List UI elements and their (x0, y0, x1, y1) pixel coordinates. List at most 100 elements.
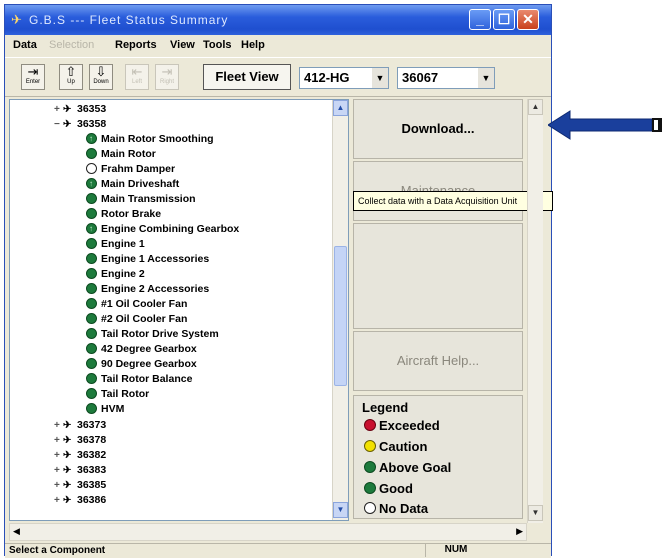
above-goal-icon (364, 461, 376, 473)
up-arrow-icon: ⇧ (65, 64, 77, 79)
scroll-up-icon[interactable]: ▲ (528, 99, 543, 115)
tree-node[interactable]: + ✈ 36382 (54, 448, 106, 463)
aircraft-type-select[interactable]: 412-HG ▼ (299, 67, 389, 89)
caution-icon (364, 440, 376, 452)
down-button[interactable]: ⇩ Down (89, 64, 113, 90)
tree-node[interactable]: HVM (86, 402, 124, 417)
tree-node[interactable]: + ✈ 36385 (54, 478, 106, 493)
app-icon: ✈ (11, 12, 22, 27)
expand-icon[interactable]: + (54, 102, 63, 117)
tree-node[interactable]: Main Driveshaft (86, 176, 179, 192)
no-data-icon (364, 502, 376, 514)
menu-view[interactable]: View (170, 39, 195, 51)
enter-icon: ⇥ (27, 64, 39, 79)
good-icon (86, 283, 97, 294)
good-icon (86, 298, 97, 309)
blank-panel (353, 223, 523, 329)
good-icon (86, 208, 97, 219)
window-title: G.B.S --- Fleet Status Summary (29, 13, 229, 27)
tree-node[interactable]: Engine Combining Gearbox (86, 221, 239, 237)
chevron-down-icon[interactable]: ▼ (372, 68, 388, 88)
expand-icon[interactable]: + (54, 478, 63, 493)
aircraft-serial-select[interactable]: 36067 ▼ (397, 67, 495, 89)
tree-node[interactable]: Tail Rotor (86, 387, 149, 402)
component-tree[interactable]: +✈36353 −✈36358 Main Rotor Smoothing Mai… (9, 99, 349, 521)
tree-node[interactable]: Engine 2 Accessories (86, 282, 209, 297)
chevron-down-icon[interactable]: ▼ (478, 68, 494, 88)
helicopter-icon: ✈ (63, 435, 72, 446)
tree-node[interactable]: Main Rotor (86, 147, 156, 162)
left-button[interactable]: ⇤ Left (125, 64, 149, 90)
minimize-button[interactable]: _ (469, 9, 491, 30)
horizontal-scrollbar[interactable]: ◀ ▶ (9, 523, 527, 541)
main-window: ✈ G.B.S --- Fleet Status Summary _ ☐ ✕ D… (4, 4, 553, 558)
status-text: Select a Component (9, 545, 106, 556)
menu-reports[interactable]: Reports (115, 39, 157, 51)
good-icon (86, 388, 97, 399)
menu-selection[interactable]: Selection (49, 39, 94, 51)
good-icon (86, 373, 97, 384)
tree-node[interactable]: + ✈ 36353 (54, 102, 106, 117)
good-icon (86, 268, 97, 279)
close-button[interactable]: ✕ (517, 9, 539, 30)
expand-icon[interactable]: + (54, 418, 63, 433)
aircraft-help-button[interactable]: Aircraft Help... (353, 331, 523, 391)
up-button[interactable]: ⇧ Up (59, 64, 83, 90)
tree-node[interactable]: Main Rotor Smoothing (86, 131, 214, 147)
tree-scrollbar[interactable]: ▲ ▼ (332, 100, 348, 520)
helicopter-icon: ✈ (63, 450, 72, 461)
enter-button[interactable]: ⇥ Enter (21, 64, 45, 90)
tree-node[interactable]: 90 Degree Gearbox (86, 357, 197, 372)
tree-node[interactable]: Tail Rotor Balance (86, 372, 192, 387)
exceeded-icon (364, 419, 376, 431)
legend-item: Caution (364, 439, 427, 454)
expand-icon[interactable]: + (54, 448, 63, 463)
tree-node[interactable]: Engine 1 Accessories (86, 252, 209, 267)
expand-icon[interactable]: + (54, 463, 63, 478)
legend-item: No Data (364, 501, 428, 516)
scroll-right-icon[interactable]: ▶ (516, 526, 523, 537)
tree-node[interactable]: Rotor Brake (86, 207, 161, 222)
helicopter-icon: ✈ (63, 495, 72, 506)
tree-node[interactable]: Engine 2 (86, 267, 145, 282)
menu-data[interactable]: Data (13, 39, 37, 51)
helicopter-icon: ✈ (63, 104, 72, 115)
tree-node[interactable]: Engine 1 (86, 237, 145, 252)
download-button[interactable]: Download... (353, 99, 523, 159)
scroll-down-icon[interactable]: ▼ (333, 502, 348, 518)
collapse-icon[interactable]: − (54, 117, 63, 132)
menu-bar: Data Selection Reports View Tools Help (5, 35, 551, 57)
right-scrollbar[interactable]: ▲ ▼ (527, 99, 543, 523)
helicopter-icon: ✈ (63, 480, 72, 491)
expand-icon[interactable]: + (54, 433, 63, 448)
scroll-up-icon[interactable]: ▲ (333, 100, 348, 116)
above-goal-icon (86, 221, 97, 236)
tree-node[interactable]: Main Transmission (86, 192, 196, 207)
tree-node[interactable]: #2 Oil Cooler Fan (86, 312, 187, 327)
good-icon (86, 343, 97, 354)
menu-help[interactable]: Help (241, 39, 265, 51)
tree-node[interactable]: 42 Degree Gearbox (86, 342, 197, 357)
tree-node[interactable]: − ✈ 36358 (54, 117, 106, 132)
tree-node[interactable]: + ✈ 36386 (54, 493, 106, 508)
scroll-down-icon[interactable]: ▼ (528, 505, 543, 521)
menu-tools[interactable]: Tools (203, 39, 232, 51)
expand-icon[interactable]: + (54, 493, 63, 508)
tree-node[interactable]: + ✈ 36373 (54, 418, 106, 433)
tree-node[interactable]: Frahm Damper (86, 162, 175, 177)
fleet-view-button[interactable]: Fleet View (203, 64, 291, 90)
tooltip: Collect data with a Data Acquisition Uni… (353, 191, 553, 211)
good-icon (86, 403, 97, 414)
tree-node[interactable]: + ✈ 36383 (54, 463, 106, 478)
title-bar[interactable]: ✈ G.B.S --- Fleet Status Summary _ ☐ ✕ (5, 5, 551, 35)
tree-node[interactable]: + ✈ 36378 (54, 433, 106, 448)
legend-item: Good (364, 481, 413, 496)
no-data-icon (86, 163, 97, 174)
tree-node[interactable]: #1 Oil Cooler Fan (86, 297, 187, 312)
scroll-thumb[interactable] (334, 246, 347, 386)
scroll-left-icon[interactable]: ◀ (13, 526, 20, 537)
good-icon (364, 482, 376, 494)
right-button[interactable]: ⇥ Right (155, 64, 179, 90)
maximize-button[interactable]: ☐ (493, 9, 515, 30)
tree-node[interactable]: Tail Rotor Drive System (86, 327, 219, 342)
